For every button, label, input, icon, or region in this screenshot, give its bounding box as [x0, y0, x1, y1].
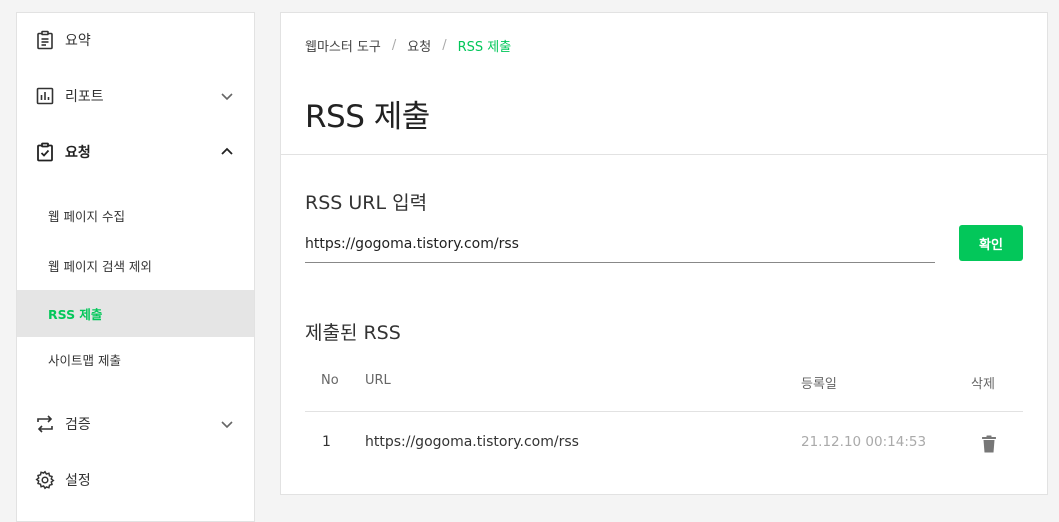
row-url: https://gogoma.tistory.com/rss	[365, 434, 579, 450]
breadcrumb-item[interactable]: 웹마스터 도구	[305, 36, 381, 55]
page-title: RSS 제출	[305, 99, 430, 135]
sidebar-item-summary[interactable]: 요약	[17, 20, 254, 60]
main-panel: 웹마스터 도구 / 요청 / RSS 제출 RSS 제출 RSS URL 입력 …	[280, 12, 1048, 495]
sidebar-item-label: 요약	[65, 33, 91, 49]
rss-url-input-title: RSS URL 입력	[305, 192, 428, 214]
sidebar-subitem-web-page-exclude[interactable]: 웹 페이지 검색 제외	[17, 242, 254, 289]
breadcrumb-item[interactable]: 요청	[407, 36, 431, 55]
chevron-down-icon[interactable]	[218, 87, 236, 105]
divider	[281, 154, 1047, 155]
breadcrumb-current: RSS 제출	[457, 40, 512, 55]
column-header-url: URL	[365, 373, 391, 388]
sidebar-subitem-label: 사이트맵 제출	[48, 353, 121, 368]
submitted-rss-title: 제출된 RSS	[305, 322, 401, 344]
sidebar-subitem-label: 웹 페이지 수집	[48, 209, 125, 224]
sidebar-subitem-rss-submit[interactable]: RSS 제출	[17, 290, 254, 337]
sidebar-subitem-sitemap-submit[interactable]: 사이트맵 제출	[17, 336, 254, 383]
breadcrumb-separator: /	[391, 38, 397, 53]
repeat-icon	[35, 414, 55, 434]
sidebar-item-label: 리포트	[65, 89, 104, 105]
sidebar-item-settings[interactable]: 설정	[17, 460, 254, 500]
column-header-date: 등록일	[801, 377, 837, 392]
sidebar-subitem-label: RSS 제출	[48, 307, 103, 322]
rss-url-input[interactable]	[305, 226, 935, 263]
chevron-down-icon[interactable]	[218, 415, 236, 433]
row-date: 21.12.10 00:14:53	[801, 434, 927, 450]
sidebar-item-label: 설정	[65, 473, 91, 489]
chevron-up-icon[interactable]	[218, 143, 236, 161]
breadcrumb: 웹마스터 도구 / 요청 / RSS 제출	[305, 36, 511, 55]
sidebar-subitem-label: 웹 페이지 검색 제외	[48, 259, 152, 274]
breadcrumb-separator: /	[442, 38, 447, 53]
trash-icon[interactable]	[979, 434, 999, 454]
gear-icon	[35, 470, 55, 490]
sidebar-item-verify[interactable]: 검증	[17, 404, 254, 444]
column-header-delete: 삭제	[971, 377, 995, 392]
clipboard-check-icon	[35, 142, 55, 162]
sidebar-subitem-web-page-collect[interactable]: 웹 페이지 수집	[17, 192, 254, 239]
sidebar-item-label: 검증	[65, 417, 91, 433]
bar-chart-icon	[35, 86, 55, 106]
table-row: 1 https://gogoma.tistory.com/rss 21.12.1…	[305, 412, 1023, 476]
sidebar-item-report[interactable]: 리포트	[17, 76, 254, 116]
sidebar-item-request[interactable]: 요청	[17, 132, 254, 172]
sidebar: 요약 리포트 요청 웹 페이지 수집 웹 페이지 검색 제외 RSS 제출 사이…	[16, 12, 255, 522]
row-no: 1	[322, 434, 331, 450]
column-header-no: No	[321, 373, 339, 388]
confirm-button[interactable]: 확인	[959, 225, 1023, 261]
sidebar-item-label: 요청	[65, 145, 91, 161]
table-header: No URL 등록일 삭제	[305, 363, 1023, 412]
clipboard-icon	[35, 30, 55, 50]
